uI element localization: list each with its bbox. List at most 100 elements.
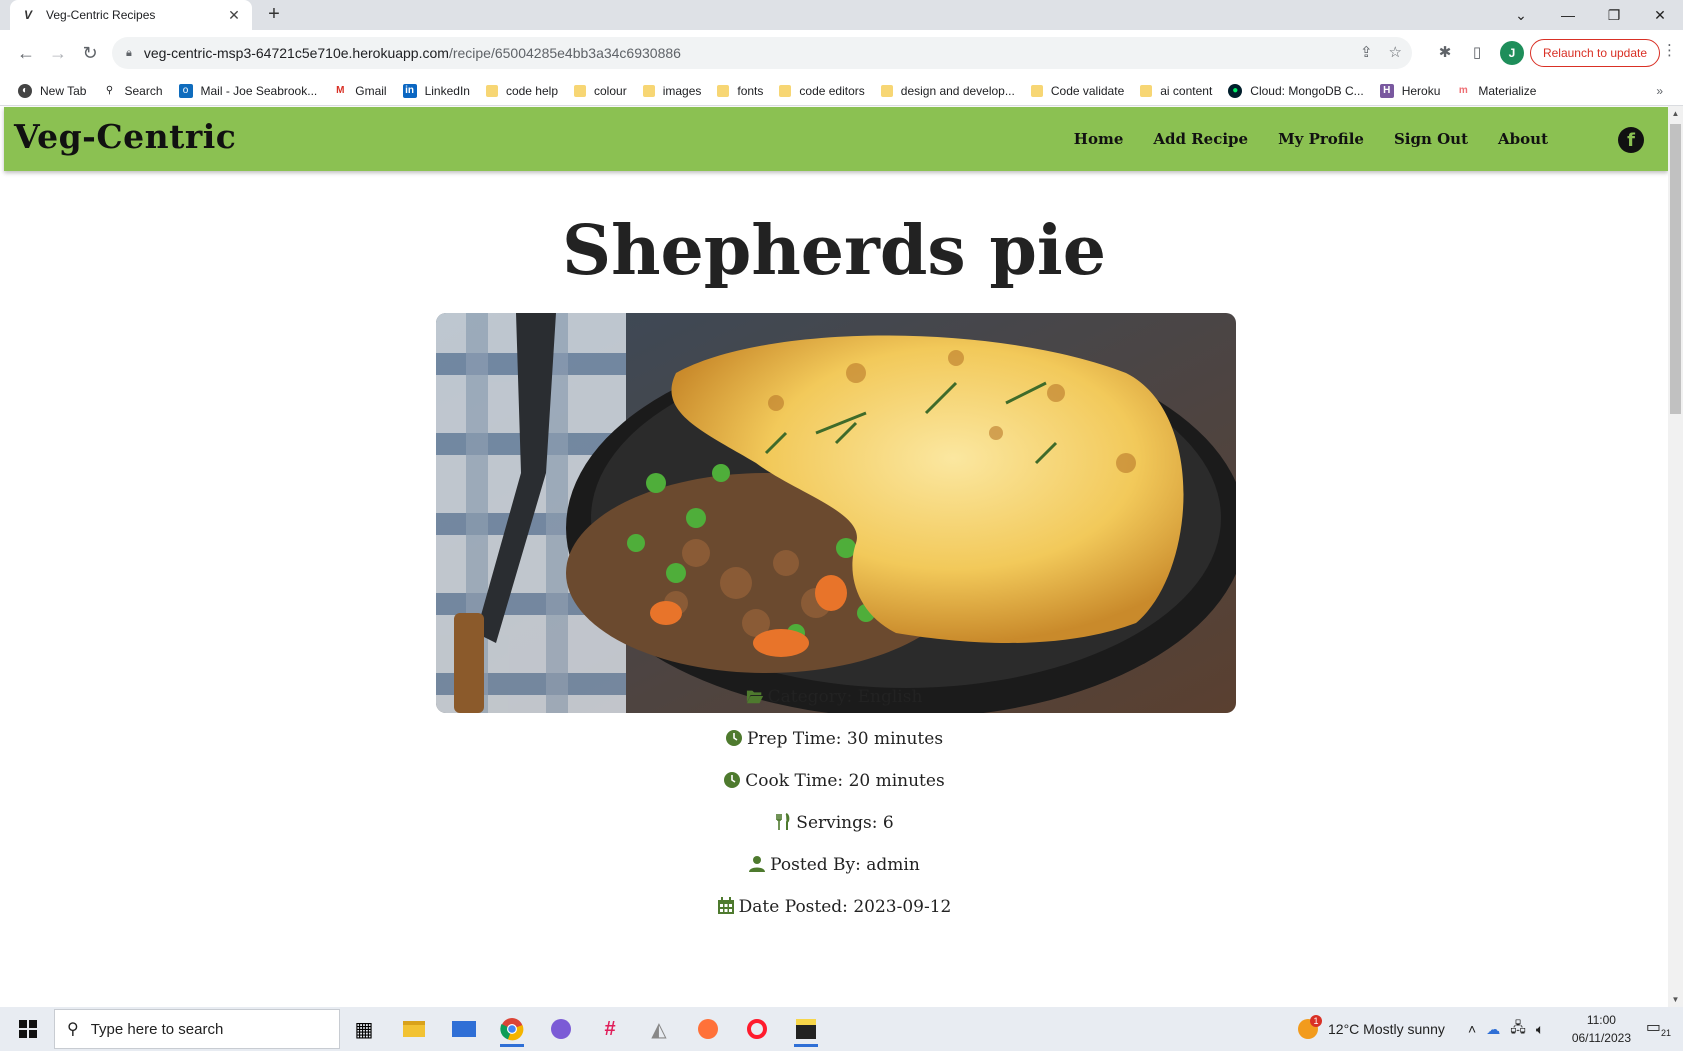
weather-text: 12°C Mostly sunny [1328, 1021, 1445, 1037]
folder-icon [574, 84, 586, 97]
search-icon: ⚲ [105, 85, 114, 96]
tab-search-chevron-icon[interactable]: ⌄ [1498, 0, 1544, 30]
close-window-button[interactable]: ✕ [1637, 0, 1683, 30]
bookmarks-overflow-button[interactable]: » [1656, 84, 1663, 98]
recipe-date-posted: Date Posted: 2023-09-12 [0, 897, 1668, 917]
site-navbar: Veg-Centric Home Add Recipe My Profile S… [4, 107, 1668, 171]
clock-date: 06/11/2023 [1571, 1031, 1631, 1045]
bookmark-folder-fonts[interactable]: fonts [717, 84, 763, 98]
mail-app-icon[interactable] [444, 1011, 484, 1047]
bookmark-label: ai content [1160, 83, 1213, 98]
nav-about-link[interactable]: About [1498, 130, 1548, 148]
bookmark-star-icon[interactable]: ☆ [1389, 43, 1402, 61]
bookmark-label: Cloud: MongoDB C... [1250, 83, 1364, 98]
gmail-icon: M [336, 85, 345, 96]
restore-button[interactable]: ❐ [1591, 0, 1637, 30]
sticky-notes-icon[interactable] [786, 1011, 826, 1047]
bookmark-folder-code-validate[interactable]: Code validate [1030, 84, 1124, 98]
side-panel-icon[interactable]: ▯ [1466, 41, 1488, 65]
windows-start-button[interactable] [8, 1007, 48, 1051]
chrome-icon[interactable] [492, 1011, 532, 1047]
tab-title: Veg-Centric Recipes [46, 8, 156, 22]
minimize-button[interactable]: — [1545, 0, 1591, 30]
back-arrow-icon[interactable]: ← [14, 41, 38, 65]
reload-icon[interactable]: ↻ [78, 41, 102, 65]
lock-icon: 🔒︎ [126, 46, 132, 59]
page-scrollbar[interactable]: ▲ ▼ [1668, 106, 1683, 1007]
opera-icon[interactable] [737, 1011, 777, 1047]
facebook-icon[interactable]: f [1618, 127, 1644, 153]
site-brand-logo[interactable]: Veg-Centric [14, 117, 236, 156]
inkscape-icon[interactable]: ◭ [639, 1011, 679, 1047]
task-view-icon[interactable]: ▦ [344, 1011, 384, 1047]
user-icon [749, 856, 766, 872]
search-icon: ⚲ [67, 1021, 79, 1038]
folder-open-icon [746, 690, 763, 704]
bookmark-folder-design[interactable]: design and develop... [880, 84, 1015, 98]
bookmark-folder-code-help[interactable]: code help [485, 83, 558, 98]
bookmark-label: Gmail [355, 83, 387, 98]
volume-icon[interactable]: 🔈︎ [1536, 1021, 1544, 1038]
profile-avatar[interactable]: J [1500, 41, 1524, 65]
folder-icon [1030, 84, 1043, 97]
file-explorer-icon[interactable] [394, 1011, 434, 1047]
bookmark-new-tab[interactable]: ◐ New Tab [18, 83, 86, 98]
outlook-icon: o [178, 83, 193, 98]
onedrive-cloud-icon[interactable]: ☁ [1486, 1021, 1500, 1038]
clock-icon [725, 730, 742, 746]
folder-icon [642, 84, 655, 97]
bookmark-label: Heroku [1401, 83, 1441, 98]
nav-sign-out-link[interactable]: Sign Out [1394, 130, 1468, 148]
bookmark-search[interactable]: ⚲ Search [102, 84, 163, 98]
slack-icon[interactable]: # [590, 1011, 630, 1047]
copilot-app-icon[interactable] [541, 1011, 581, 1047]
bookmark-folder-colour[interactable]: colour [574, 84, 627, 98]
bookmark-materialize[interactable]: m Materialize [1456, 84, 1536, 98]
tab-close-icon[interactable]: ✕ [226, 7, 242, 24]
linkedin-icon: in [402, 83, 417, 98]
chevron-up-icon[interactable]: ˄ [1468, 1021, 1476, 1037]
bookmark-folder-code-editors[interactable]: code editors [779, 84, 865, 98]
bookmark-mail[interactable]: o Mail - Joe Seabrook... [178, 83, 317, 98]
nav-add-recipe-link[interactable]: Add Recipe [1153, 130, 1248, 148]
page-viewport: Veg-Centric Home Add Recipe My Profile S… [0, 106, 1683, 1007]
network-icon[interactable]: 🖧︎ [1510, 1017, 1526, 1041]
taskbar-clock[interactable]: 11:00 06/11/2023 [1572, 1011, 1631, 1047]
firefox-icon[interactable] [688, 1011, 728, 1047]
bookmark-folder-ai-content[interactable]: ai content [1140, 84, 1212, 98]
bookmark-folder-images[interactable]: images [642, 83, 702, 98]
browser-tabstrip: V Veg-Centric Recipes ✕ + ⌄ — ❐ ✕ [0, 0, 1683, 30]
bookmark-label: fonts [737, 83, 764, 98]
folder-icon [779, 84, 792, 97]
browser-tab[interactable]: V Veg-Centric Recipes ✕ [10, 0, 252, 30]
recipe-prep-time: Prep Time: 30 minutes [0, 729, 1668, 749]
bookmark-label: images [662, 83, 702, 98]
notifications-button[interactable]: ▭21 [1646, 1017, 1671, 1038]
mongodb-icon: ● [1228, 83, 1243, 98]
address-bar[interactable]: 🔒︎ veg-centric-msp3-64721c5e710e.herokua… [112, 37, 1412, 69]
relaunch-to-update-button[interactable]: Relaunch to update [1530, 39, 1660, 67]
folder-icon [1140, 84, 1153, 97]
nav-my-profile-link[interactable]: My Profile [1278, 130, 1364, 148]
recipe-prep-time-text: Prep Time: 30 minutes [746, 729, 944, 749]
browser-menu-icon[interactable]: ⋮ [1662, 41, 1677, 59]
scroll-down-arrow-icon[interactable]: ▼ [1668, 992, 1683, 1007]
new-tab-button[interactable]: + [264, 4, 284, 24]
windows-taskbar: ⚲ Type here to search ▦ # ◭ 1 12°C Mostl… [0, 1007, 1683, 1051]
weather-widget[interactable]: 1 12°C Mostly sunny [1298, 1007, 1445, 1051]
share-icon[interactable]: ⇪ [1360, 43, 1373, 61]
scroll-thumb[interactable] [1670, 124, 1681, 414]
bookmark-heroku[interactable]: H Heroku [1379, 83, 1441, 98]
scroll-up-arrow-icon[interactable]: ▲ [1668, 106, 1683, 121]
nav-home-link[interactable]: Home [1074, 130, 1124, 148]
calendar-icon [717, 897, 734, 914]
recipe-category: Category: English [0, 687, 1668, 707]
bookmark-label: code help [505, 83, 558, 98]
recipe-posted-by: Posted By: admin [0, 855, 1668, 875]
bookmark-mongodb[interactable]: ● Cloud: MongoDB C... [1228, 83, 1364, 98]
bookmark-linkedin[interactable]: in LinkedIn [402, 83, 470, 98]
forward-arrow-icon[interactable]: → [46, 41, 70, 65]
extensions-puzzle-icon[interactable]: ✱ [1434, 41, 1456, 65]
bookmark-gmail[interactable]: M Gmail [333, 83, 387, 98]
taskbar-search-box[interactable]: ⚲ Type here to search [54, 1009, 340, 1049]
